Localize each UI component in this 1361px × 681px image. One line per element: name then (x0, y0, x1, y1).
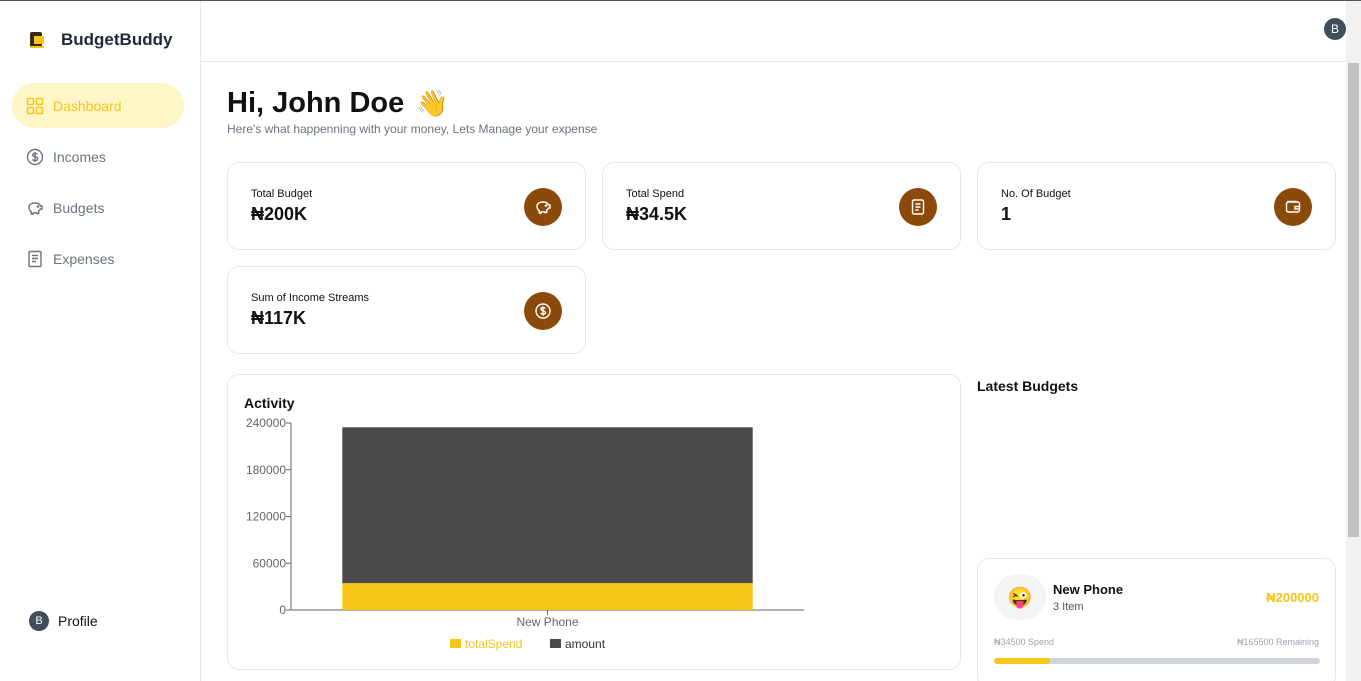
sidebar-item-label: Expenses (53, 250, 115, 267)
stat-card-total-budget: Total Budget ₦200K (227, 162, 586, 250)
stat-value: ₦117K (251, 308, 307, 328)
budget-amount: ₦200000 (1266, 590, 1319, 605)
piggy-bank-icon (524, 188, 562, 226)
y-tick-label: 240000 (246, 416, 286, 430)
sidebar: BudgetBuddy Dashboard Incomes Budgets Ex… (0, 1, 201, 681)
legend-swatch (550, 639, 561, 648)
scrollbar-thumb[interactable] (1348, 63, 1359, 537)
app-window: BudgetBuddy Dashboard Incomes Budgets Ex… (0, 0, 1361, 681)
piggy-bank-icon (28, 201, 43, 215)
stat-label: Total Spend (626, 188, 685, 200)
stat-card-income-streams: Sum of Income Streams ₦117K (227, 266, 586, 354)
stat-value: ₦34.5K (626, 204, 688, 224)
legend-label: totalSpend (465, 637, 522, 651)
receipt-icon (28, 250, 42, 267)
profile-link[interactable]: B Profile (29, 611, 98, 631)
activity-panel: Activity 0 60000 120000 180000 240000 New Pho… (227, 374, 961, 670)
wallet-icon (1274, 188, 1312, 226)
page-subtitle: Here's what happenning with your money, … (227, 122, 598, 136)
y-tick-label: 0 (279, 603, 286, 617)
legend-label: amount (565, 637, 606, 651)
stat-value: ₦200K (251, 204, 308, 224)
sidebar-item-dashboard[interactable]: Dashboard (12, 83, 184, 128)
bar-amount (342, 427, 753, 584)
budget-card[interactable]: 😜 New Phone 3 Item ₦200000 ₦34500 Spend … (977, 558, 1336, 681)
sidebar-item-incomes[interactable]: Incomes (12, 134, 184, 179)
sidebar-item-label: Incomes (53, 148, 106, 165)
sidebar-item-expenses[interactable]: Expenses (12, 236, 184, 281)
stat-label: Sum of Income Streams (251, 292, 369, 304)
brand[interactable]: BudgetBuddy (27, 29, 172, 51)
budget-emoji-icon: 😜 (994, 574, 1046, 620)
stat-card-no-of-budget: No. Of Budget 1 (977, 162, 1336, 250)
grid-icon (26, 97, 44, 114)
dollar-circle-icon (26, 148, 44, 165)
logo-icon (30, 32, 44, 48)
brand-name: BudgetBuddy (61, 30, 173, 49)
stat-label: Total Budget (251, 188, 313, 200)
sidebar-item-budgets[interactable]: Budgets (12, 185, 184, 230)
y-tick-label: 120000 (246, 510, 286, 524)
sidebar-item-label: Dashboard (53, 97, 122, 114)
stat-card-total-spend: Total Spend ₦34.5K (602, 162, 961, 250)
profile-label: Profile (58, 613, 98, 629)
budget-item-count: 3 Item (1053, 601, 1084, 613)
budget-progress-bar (994, 658, 1320, 664)
sidebar-item-label: Budgets (53, 199, 105, 216)
wave-icon: 👋 (416, 88, 449, 118)
stat-label: No. Of Budget (1001, 188, 1071, 200)
latest-budgets-title: Latest Budgets (977, 378, 1079, 394)
user-avatar[interactable]: B (1324, 18, 1346, 40)
legend-swatch (450, 639, 461, 648)
activity-chart: 0 60000 120000 180000 240000 New Phone totalSp… (246, 416, 804, 651)
topbar: B (201, 1, 1346, 62)
budget-name: New Phone (1053, 582, 1124, 597)
budget-remaining: ₦165500 Remaining (1236, 637, 1319, 647)
receipt-icon (899, 188, 937, 226)
budget-progress-fill (994, 658, 1051, 664)
bar-totalSpend (342, 583, 753, 610)
scrollbar[interactable] (1346, 1, 1361, 681)
y-tick-label: 60000 (253, 556, 287, 570)
y-tick-label: 180000 (246, 463, 286, 477)
sidebar-nav: Dashboard Incomes Budgets Expenses (12, 83, 184, 287)
greeting-text: Hi, John Doe (227, 87, 405, 119)
avatar: B (29, 611, 49, 631)
x-tick-label: New Phone (516, 615, 578, 629)
dollar-circle-icon (524, 292, 562, 330)
budget-spend: ₦34500 Spend (994, 637, 1055, 647)
page-title: Hi, John Doe 👋 (227, 87, 449, 120)
stat-value: 1 (1001, 204, 1012, 224)
